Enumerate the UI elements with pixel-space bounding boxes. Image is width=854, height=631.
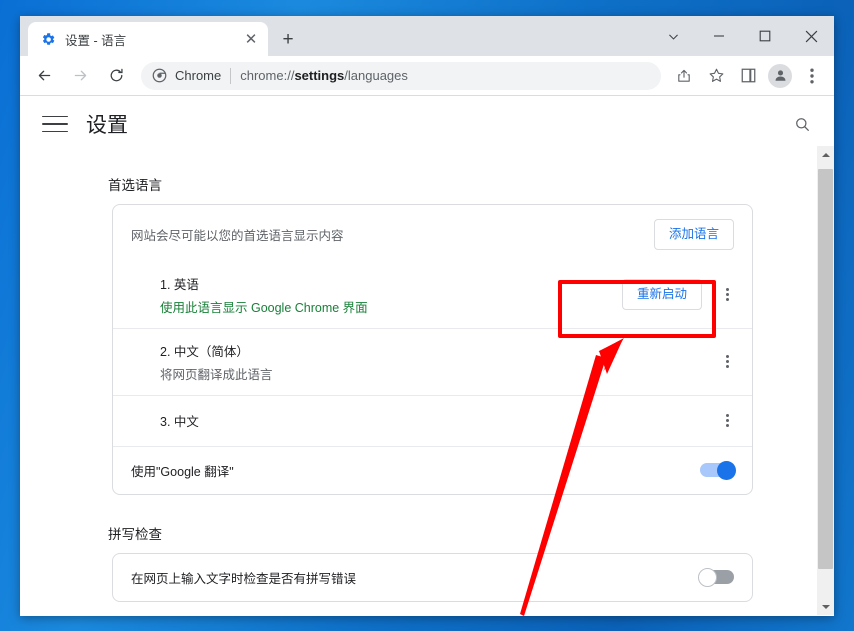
url-bold-part: settings <box>294 68 344 83</box>
profile-avatar-icon[interactable] <box>768 64 792 88</box>
share-icon[interactable] <box>670 62 698 90</box>
settings-scroll-area: 首选语言 网站会尽可能以您的首选语言显示内容 添加语言 1. 英语 使用此语言显… <box>20 146 817 615</box>
languages-card-header: 网站会尽可能以您的首选语言显示内容 添加语言 <box>113 205 752 262</box>
settings-page: 设置 首选语言 网站会尽可能以您的首选语言显示内容 添加语言 1. 英 <box>20 96 834 615</box>
spellcheck-section-label: 拼写检查 <box>108 523 817 543</box>
language-text-block: 2. 中文（简体） 将网页翻译成此语言 <box>160 341 716 383</box>
more-options-icon[interactable] <box>716 408 738 434</box>
language-name: 1. 英语 <box>160 274 622 293</box>
toggle-knob <box>698 568 717 587</box>
minimize-icon[interactable] <box>696 16 742 56</box>
scrollbar-thumb[interactable] <box>818 169 833 569</box>
scroll-up-arrow-icon[interactable] <box>817 146 834 163</box>
tab-strip: 设置 - 语言 ✕ + <box>20 16 834 56</box>
maximize-icon[interactable] <box>742 16 788 56</box>
google-translate-label: 使用"Google 翻译" <box>131 461 700 480</box>
spellcheck-toggle-row[interactable]: 在网页上输入文字时检查是否有拼写错误 <box>113 554 752 601</box>
address-bar[interactable]: Chrome chrome://settings/languages <box>141 62 661 90</box>
page-title: 设置 <box>86 109 788 139</box>
language-row-english[interactable]: 1. 英语 使用此语言显示 Google Chrome 界面 重新启动 <box>113 262 752 328</box>
restart-button[interactable]: 重新启动 <box>622 279 702 310</box>
google-translate-toggle[interactable] <box>700 463 734 477</box>
side-panel-icon[interactable] <box>734 62 762 90</box>
toggle-knob <box>717 461 736 480</box>
star-icon[interactable] <box>702 62 730 90</box>
language-row-chinese-simplified[interactable]: 2. 中文（简体） 将网页翻译成此语言 <box>113 328 752 395</box>
spellcheck-label: 在网页上输入文字时检查是否有拼写错误 <box>131 568 700 587</box>
language-text-block: 1. 英语 使用此语言显示 Google Chrome 界面 <box>160 274 622 316</box>
language-row-chinese[interactable]: 3. 中文 <box>113 395 752 446</box>
three-dot-menu-icon[interactable] <box>798 62 826 90</box>
vertical-scrollbar[interactable] <box>816 146 834 615</box>
language-text-block: 3. 中文 <box>160 411 716 430</box>
browser-toolbar: Chrome chrome://settings/languages <box>20 56 834 96</box>
back-icon[interactable] <box>29 61 59 91</box>
window-controls <box>650 16 834 56</box>
language-subtitle: 将网页翻译成此语言 <box>160 364 716 383</box>
close-icon[interactable]: ✕ <box>242 30 260 48</box>
forward-icon[interactable] <box>65 61 95 91</box>
preferred-languages-section-label: 首选语言 <box>108 174 817 194</box>
more-options-icon[interactable] <box>716 349 738 375</box>
close-icon[interactable] <box>788 16 834 56</box>
preferred-languages-card: 网站会尽可能以您的首选语言显示内容 添加语言 1. 英语 使用此语言显示 Goo… <box>112 204 753 495</box>
reload-icon[interactable] <box>101 61 131 91</box>
spellcheck-card: 在网页上输入文字时检查是否有拼写错误 <box>112 553 753 602</box>
languages-description: 网站会尽可能以您的首选语言显示内容 <box>131 225 654 244</box>
origin-chip-label: Chrome <box>175 68 221 83</box>
url-suffix: /languages <box>344 68 408 83</box>
scrollbar-track[interactable] <box>817 163 834 598</box>
search-icon[interactable] <box>788 110 816 138</box>
url-prefix: chrome:// <box>240 68 294 83</box>
more-options-icon[interactable] <box>716 282 738 308</box>
google-translate-toggle-row[interactable]: 使用"Google 翻译" <box>113 446 752 494</box>
settings-page-header: 设置 <box>20 96 834 152</box>
hamburger-menu-icon[interactable] <box>42 111 68 137</box>
tab-search-chevron-down-icon[interactable] <box>650 16 696 56</box>
new-tab-button[interactable]: + <box>274 25 302 53</box>
chrome-browser-window: 设置 - 语言 ✕ + <box>20 16 834 616</box>
omnibox-divider <box>230 68 231 84</box>
chrome-logo-icon <box>151 68 167 84</box>
language-name: 3. 中文 <box>160 411 716 430</box>
scroll-down-arrow-icon[interactable] <box>817 598 834 615</box>
url-text: chrome://settings/languages <box>240 68 408 83</box>
add-language-button[interactable]: 添加语言 <box>654 219 734 250</box>
language-name: 2. 中文（简体） <box>160 341 716 360</box>
language-subtitle: 使用此语言显示 Google Chrome 界面 <box>160 297 622 316</box>
browser-tab-settings-languages[interactable]: 设置 - 语言 ✕ <box>28 22 268 56</box>
spellcheck-toggle[interactable] <box>700 570 734 584</box>
tab-title: 设置 - 语言 <box>65 30 242 49</box>
settings-gear-icon <box>40 31 56 47</box>
